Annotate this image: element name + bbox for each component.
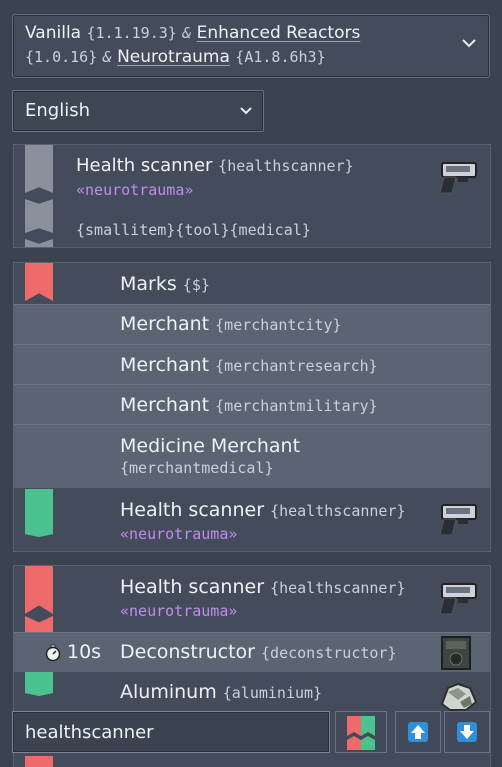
search-bar	[12, 711, 490, 755]
merchant-row[interactable]: Medicine Merchant {merchantmedical}	[14, 424, 490, 488]
merchant-card[interactable]: Marks {$} Merchant {merchantcity} Mercha…	[13, 262, 491, 552]
deconstructor-id: {deconstructor}	[261, 644, 397, 662]
merchant-row[interactable]: Merchant {merchantmilitary}	[14, 384, 490, 424]
card-strip	[25, 566, 53, 614]
mod-separator: &	[102, 48, 112, 66]
mod-selector[interactable]: Vanilla {1.1.19.3} & Enhanced Reactors {…	[12, 14, 490, 78]
card-strip	[25, 616, 53, 632]
mod-line-1: Vanilla {1.1.19.3} & Enhanced Reactors	[25, 23, 360, 43]
move-up-button[interactable]	[395, 711, 441, 753]
mod-name-neurotrauma[interactable]: Neurotrauma	[117, 47, 230, 67]
merchant-row[interactable]: Merchant {merchantresearch}	[14, 344, 490, 384]
item-card[interactable]: Health scanner {healthscanner} «neurotra…	[13, 144, 491, 248]
mod-name-enhanced-reactors[interactable]: Enhanced Reactors	[197, 23, 361, 43]
output-id: {aluminium}	[222, 684, 323, 702]
merchant-row[interactable]: Merchant {merchantcity}	[14, 304, 490, 344]
health-scanner-icon	[439, 504, 477, 536]
output-name: Aluminum	[120, 681, 217, 703]
mod-version-enhanced-reactors: {1.0.16}	[25, 48, 98, 66]
card-strip	[25, 263, 53, 301]
mod-name-vanilla: Vanilla	[25, 23, 82, 43]
language-selected: English	[25, 100, 90, 121]
health-scanner-icon	[439, 583, 477, 615]
merchant-name: Merchant	[120, 394, 210, 416]
marks-id: {$}	[182, 276, 210, 294]
deconstructor-row[interactable]: 10s Deconstructor {deconstructor}	[14, 632, 490, 672]
result-name: Health scanner	[120, 499, 265, 521]
merchant-name: Merchant	[120, 354, 210, 376]
language-select[interactable]: English	[12, 90, 264, 132]
item-package: «neurotrauma»	[76, 181, 194, 199]
craft-time: 10s	[67, 641, 102, 663]
move-down-button[interactable]	[444, 711, 490, 753]
item-id: {healthscanner}	[270, 579, 406, 597]
item-tags: {smallitem}{tool}{medical}	[76, 221, 311, 239]
marks-label: Marks	[120, 273, 177, 295]
stopwatch-icon	[45, 644, 61, 662]
item-package: «neurotrauma»	[120, 602, 238, 620]
card-strip	[25, 756, 53, 767]
item-name: Health scanner	[120, 576, 265, 598]
deconstructor-icon	[441, 636, 471, 670]
card-strip	[25, 672, 53, 696]
aluminum-icon	[440, 682, 478, 711]
result-package: «neurotrauma»	[120, 525, 238, 543]
card-strip	[25, 199, 53, 233]
merchant-id: {merchantmedical}	[120, 459, 274, 477]
merchant-id: {merchantcity}	[215, 316, 342, 334]
mod-version-vanilla: {1.1.19.3}	[86, 24, 177, 42]
merchant-name: Medicine Merchant	[120, 435, 301, 457]
health-scanner-icon	[439, 162, 477, 194]
merchant-id: {merchantmilitary}	[215, 397, 378, 415]
merchant-name: Merchant	[120, 313, 210, 335]
card-strip	[25, 239, 53, 247]
chevron-down-icon[interactable]	[461, 35, 477, 51]
arrow-down-icon	[457, 722, 477, 742]
mod-line-2: {1.0.16} & Neurotrauma {A1.8.6h3}	[25, 47, 326, 67]
arrow-up-icon	[408, 722, 428, 742]
color-filter-icon	[347, 716, 375, 750]
category-filter-button[interactable]	[335, 711, 387, 753]
chevron-down-icon	[240, 107, 252, 115]
merchant-id: {merchantresearch}	[215, 357, 378, 375]
card-strip	[25, 145, 53, 193]
item-id: {healthscanner}	[218, 157, 354, 175]
mod-version-neurotrauma: {A1.8.6h3}	[235, 48, 326, 66]
card-strip	[25, 489, 53, 537]
mod-separator: &	[182, 24, 192, 42]
result-id: {healthscanner}	[270, 502, 406, 520]
search-input[interactable]	[12, 711, 330, 753]
item-name: Health scanner	[76, 155, 213, 176]
deconstructor-name: Deconstructor	[120, 641, 255, 663]
